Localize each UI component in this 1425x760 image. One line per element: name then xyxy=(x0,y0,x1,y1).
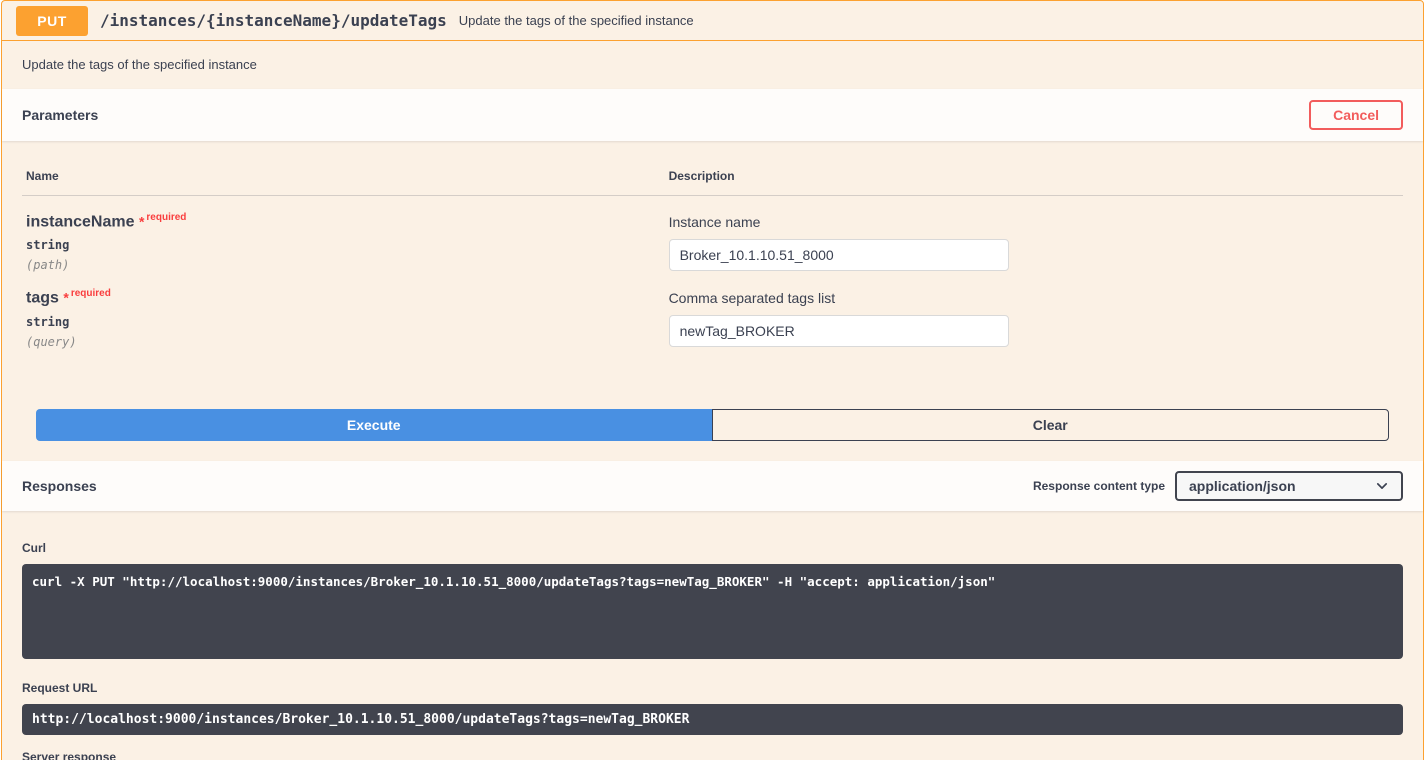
parameter-row-tags: tags *required string (query) Comma sepa… xyxy=(22,272,1403,348)
cancel-button[interactable]: Cancel xyxy=(1309,100,1403,130)
chevron-down-icon xyxy=(1375,479,1389,493)
execute-button-group: Execute Clear xyxy=(36,409,1389,441)
parameters-table-header: Name Description xyxy=(22,161,1403,196)
description-column-header: Description xyxy=(669,169,1399,183)
parameter-description-text: Instance name xyxy=(669,212,1399,230)
required-star: * xyxy=(139,213,144,229)
responses-section-header: Responses Response content type applicat… xyxy=(2,461,1423,511)
parameter-name-text: instanceName xyxy=(26,213,135,230)
operation-description: Update the tags of the specified instanc… xyxy=(2,41,1423,89)
curl-label: Curl xyxy=(22,541,1403,555)
parameter-name-cell: instanceName *required string (path) xyxy=(26,212,669,272)
response-content-type-value: application/json xyxy=(1189,478,1296,494)
name-column-header: Name xyxy=(26,169,669,183)
response-content-type-label: Response content type xyxy=(1033,479,1165,493)
parameter-name-cell: tags *required string (query) xyxy=(26,288,669,348)
required-label: required xyxy=(71,288,111,299)
curl-command-block[interactable]: curl -X PUT "http://localhost:9000/insta… xyxy=(22,564,1403,659)
operation-summary-bar[interactable]: PUT /instances/{instanceName}/updateTags… xyxy=(2,1,1423,41)
api-operation-block: PUT /instances/{instanceName}/updateTags… xyxy=(1,0,1424,760)
parameter-description-cell: Comma separated tags list xyxy=(669,288,1399,348)
operation-summary-text: Update the tags of the specified instanc… xyxy=(459,13,694,28)
response-content-type-wrap: Response content type application/json xyxy=(1033,471,1403,501)
parameters-table: Name Description instanceName *required … xyxy=(22,161,1403,349)
parameter-description-text: Comma separated tags list xyxy=(669,288,1399,306)
clear-button[interactable]: Clear xyxy=(712,409,1390,441)
parameters-title: Parameters xyxy=(22,107,98,123)
parameters-section-header: Parameters Cancel xyxy=(2,89,1423,141)
parameter-type: string xyxy=(26,315,669,329)
http-method-badge: PUT xyxy=(16,6,88,36)
parameter-location: (query) xyxy=(26,335,669,349)
response-content-type-select[interactable]: application/json xyxy=(1175,471,1403,501)
execute-button[interactable]: Execute xyxy=(36,409,712,441)
parameter-location: (path) xyxy=(26,258,669,272)
parameter-name: instanceName *required xyxy=(26,212,669,231)
required-label: required xyxy=(146,212,186,223)
parameter-description-cell: Instance name xyxy=(669,212,1399,272)
server-response-label: Server response xyxy=(22,750,1403,760)
operation-path: /instances/{instanceName}/updateTags xyxy=(100,11,447,30)
parameter-type: string xyxy=(26,238,669,252)
required-star: * xyxy=(63,290,68,306)
request-url-block: http://localhost:9000/instances/Broker_1… xyxy=(22,704,1403,735)
parameter-name: tags *required xyxy=(26,288,669,307)
instancename-input[interactable] xyxy=(669,239,1009,271)
parameter-row-instancename: instanceName *required string (path) Ins… xyxy=(22,196,1403,272)
parameters-body: Name Description instanceName *required … xyxy=(2,141,1423,461)
responses-title: Responses xyxy=(22,478,97,494)
responses-body: Curl curl -X PUT "http://localhost:9000/… xyxy=(2,511,1423,760)
request-url-label: Request URL xyxy=(22,681,1403,695)
parameter-name-text: tags xyxy=(26,290,59,307)
tags-input[interactable] xyxy=(669,315,1009,347)
